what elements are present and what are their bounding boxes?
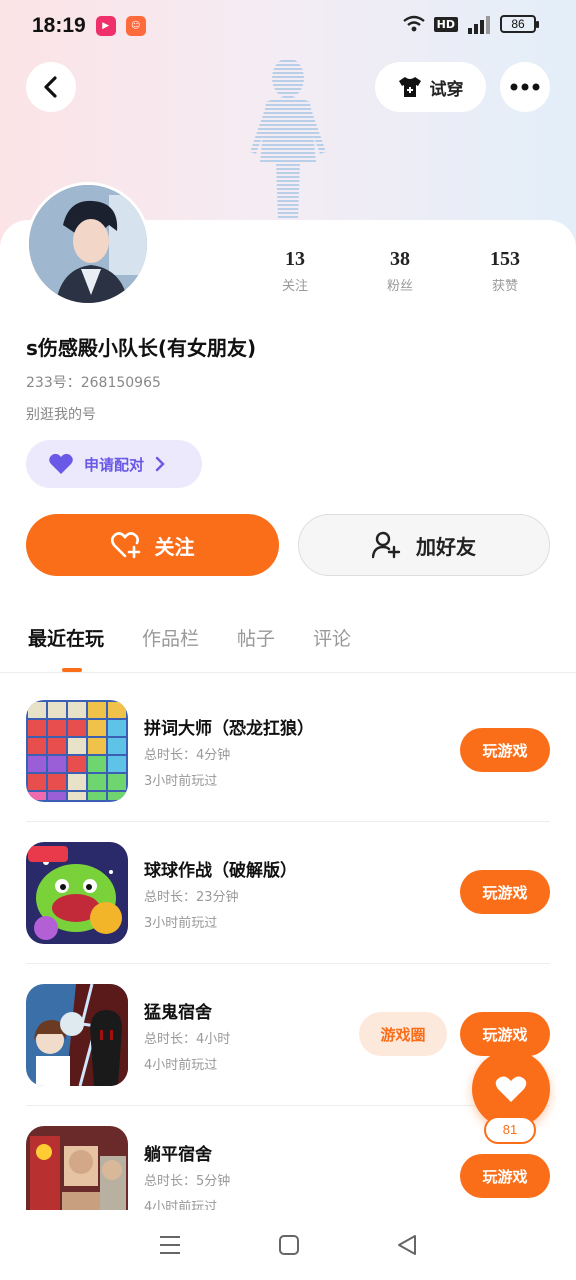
stat-label: 关注 <box>281 279 308 294</box>
game-icon-ghost-dorm <box>26 984 128 1086</box>
heart-icon <box>495 1076 527 1102</box>
game-last-played: 3小时前玩过 <box>144 774 218 789</box>
game-duration: 总时长：23分钟 <box>144 890 239 905</box>
system-nav-bar <box>0 1210 576 1280</box>
status-bar: 18:19 ▶ ☺ HD 86 <box>0 0 576 52</box>
game-icon-ball-battle <box>26 842 128 944</box>
profile-stats: 13 关注 38 粉丝 153 获赞 <box>250 248 550 294</box>
stat-value: 13 <box>285 248 305 270</box>
game-duration: 总时长：5分钟 <box>144 1174 231 1189</box>
follow-button[interactable]: 关注 <box>26 514 279 576</box>
avatar-3d-figure <box>250 58 326 220</box>
stat-label: 获赞 <box>491 279 518 294</box>
more-icon <box>510 83 540 91</box>
notification-app-icon-2: ☺ <box>125 16 146 36</box>
user-id-label: 233号： <box>26 375 81 391</box>
bio: 别逛我的号 <box>26 407 96 423</box>
list-item[interactable]: 拼词大师（恐龙扛狼） 总时长：4分钟 3小时前玩过 玩游戏 <box>26 680 550 822</box>
heart-icon <box>49 453 73 474</box>
try-on-button[interactable]: 试穿 <box>375 62 486 112</box>
menu-icon[interactable] <box>158 1234 182 1256</box>
chevron-left-icon <box>44 76 57 98</box>
play-game-button[interactable]: 玩游戏 <box>460 870 550 914</box>
game-icon-word-master <box>26 700 128 802</box>
back-nav-icon[interactable] <box>396 1234 418 1256</box>
tshirt-icon <box>398 77 421 97</box>
signal-icon <box>468 16 490 34</box>
stat-value: 153 <box>490 248 520 270</box>
stat-likes[interactable]: 153 获赞 <box>460 248 550 294</box>
chevron-right-icon <box>155 456 165 472</box>
battery-icon: 86 <box>500 15 539 33</box>
user-id-value: 268150965 <box>80 375 161 391</box>
status-indicators: HD 86 <box>402 14 539 34</box>
tab-recently-played[interactable]: 最近在玩 <box>28 624 104 672</box>
apply-match-label: 申请配对 <box>84 455 145 474</box>
game-last-played: 3小时前玩过 <box>144 916 218 931</box>
profile-tabs: 最近在玩 作品栏 帖子 评论 <box>28 624 351 672</box>
stat-label: 粉丝 <box>386 279 413 294</box>
game-last-played: 4小时前玩过 <box>144 1058 218 1073</box>
list-item[interactable]: 球球作战（破解版） 总时长：23分钟 3小时前玩过 玩游戏 <box>26 822 550 964</box>
play-game-button[interactable]: 玩游戏 <box>460 1154 550 1198</box>
game-title: 拼词大师（恐龙扛狼） <box>144 719 314 739</box>
tab-comments[interactable]: 评论 <box>313 624 351 651</box>
add-friend-label: 加好友 <box>416 534 476 559</box>
follow-label: 关注 <box>154 534 195 559</box>
wifi-icon <box>402 15 425 32</box>
play-game-button[interactable]: 玩游戏 <box>460 728 550 772</box>
status-time: 18:19 <box>32 14 86 37</box>
stat-following[interactable]: 13 关注 <box>250 248 340 294</box>
game-circle-button[interactable]: 游戏圈 <box>359 1012 447 1056</box>
add-friend-button[interactable]: 加好友 <box>298 514 550 576</box>
user-id: 233号：268150965 <box>26 372 161 392</box>
home-icon[interactable] <box>278 1234 300 1256</box>
game-duration: 总时长：4小时 <box>144 1032 231 1047</box>
avatar[interactable] <box>26 182 150 306</box>
stat-followers[interactable]: 38 粉丝 <box>355 248 445 294</box>
notification-app-icon: ▶ <box>95 16 116 36</box>
hd-icon: HD <box>433 16 458 32</box>
game-title: 躺平宿舍 <box>144 1145 212 1165</box>
stat-value: 38 <box>390 248 410 270</box>
game-title: 猛鬼宿舍 <box>144 1003 212 1023</box>
back-button[interactable] <box>26 62 76 112</box>
more-options-button[interactable] <box>500 62 550 112</box>
try-on-label: 试穿 <box>429 79 464 100</box>
game-title: 球球作战（破解版） <box>144 861 297 881</box>
username: s伤感殿小队长(有女朋友) <box>26 336 257 360</box>
apply-match-button[interactable]: 申请配对 <box>26 440 202 488</box>
heart-plus-icon <box>110 532 140 559</box>
like-count: 81 <box>484 1116 536 1144</box>
game-duration: 总时长：4分钟 <box>144 748 231 763</box>
tab-works[interactable]: 作品栏 <box>142 624 199 651</box>
add-user-icon <box>372 531 401 559</box>
tabs-divider <box>0 672 576 673</box>
tab-posts[interactable]: 帖子 <box>237 624 275 651</box>
